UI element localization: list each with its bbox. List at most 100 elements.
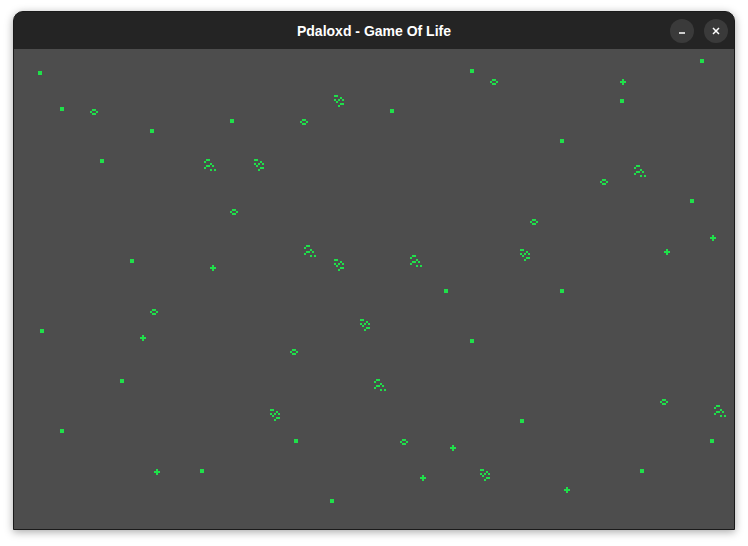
- live-cell: [362, 325, 364, 327]
- live-cell: [634, 173, 636, 175]
- live-cell: [278, 417, 280, 419]
- live-cell: [42, 331, 44, 333]
- live-cell: [294, 353, 296, 355]
- live-cell: [62, 109, 64, 111]
- live-cell: [308, 251, 310, 253]
- live-cell: [638, 171, 640, 173]
- live-cell: [422, 479, 424, 481]
- live-cell: [528, 253, 530, 255]
- live-cell: [568, 489, 570, 491]
- live-cell: [528, 257, 530, 259]
- live-cell: [272, 409, 274, 411]
- live-cell: [296, 441, 298, 443]
- live-cell: [522, 249, 524, 251]
- live-cell: [232, 121, 234, 123]
- live-cell: [214, 267, 216, 269]
- live-cell: [522, 421, 524, 423]
- live-cell: [142, 339, 144, 341]
- live-cell: [406, 441, 408, 443]
- live-cell: [702, 61, 704, 63]
- live-cell: [338, 263, 340, 265]
- live-cell: [342, 99, 344, 101]
- live-cell: [472, 71, 474, 73]
- live-cell: [132, 261, 134, 263]
- live-cell: [452, 449, 454, 451]
- live-cell: [692, 201, 694, 203]
- live-cell: [494, 83, 496, 85]
- live-cell: [374, 381, 376, 383]
- live-cell: [712, 239, 714, 241]
- live-cell: [378, 379, 380, 381]
- live-cell: [212, 269, 214, 271]
- live-cell: [368, 327, 370, 329]
- minimize-icon[interactable]: [670, 19, 694, 43]
- live-cell: [666, 253, 668, 255]
- live-cell: [418, 261, 420, 263]
- live-cell: [368, 323, 370, 325]
- live-cell: [102, 161, 104, 163]
- live-cell: [212, 165, 214, 167]
- live-cell: [236, 211, 238, 213]
- live-cell: [306, 121, 308, 123]
- live-cell: [374, 387, 376, 389]
- live-cell: [488, 477, 490, 479]
- live-cell: [94, 113, 96, 115]
- live-cell: [314, 255, 316, 257]
- live-cell: [208, 159, 210, 161]
- live-cell: [364, 323, 366, 325]
- live-cell: [642, 471, 644, 473]
- live-cell: [416, 265, 418, 267]
- app-window: Pdaloxd - Game Of Life: [13, 11, 735, 530]
- live-cell: [204, 167, 206, 169]
- live-cell: [156, 311, 158, 313]
- live-cell: [310, 255, 312, 257]
- live-cell: [234, 213, 236, 215]
- live-cell: [536, 221, 538, 223]
- live-cell: [414, 261, 416, 263]
- live-cell: [256, 159, 258, 161]
- live-cell: [482, 475, 484, 477]
- live-cell: [304, 253, 306, 255]
- live-cell: [336, 265, 338, 267]
- live-cell: [714, 237, 716, 239]
- live-cell: [642, 171, 644, 173]
- live-cell: [202, 471, 204, 473]
- live-cell: [312, 251, 314, 253]
- live-cell: [666, 401, 668, 403]
- live-cell: [380, 389, 382, 391]
- live-cell: [274, 419, 276, 421]
- life-board[interactable]: [14, 49, 734, 529]
- live-cell: [414, 255, 416, 257]
- live-cell: [718, 411, 720, 413]
- live-cell: [714, 413, 716, 415]
- live-cell: [718, 405, 720, 407]
- live-cell: [484, 479, 486, 481]
- live-cell: [420, 265, 422, 267]
- live-cell: [158, 471, 160, 473]
- live-cell: [342, 263, 344, 265]
- live-cell: [640, 175, 642, 177]
- live-cell: [154, 313, 156, 315]
- live-cell: [534, 223, 536, 225]
- live-cell: [482, 469, 484, 471]
- live-cell: [624, 81, 626, 83]
- live-cell: [496, 81, 498, 83]
- title-bar[interactable]: Pdaloxd - Game Of Life: [14, 12, 734, 49]
- live-cell: [258, 163, 260, 165]
- live-cell: [712, 441, 714, 443]
- live-cell: [210, 169, 212, 171]
- close-icon[interactable]: [704, 19, 728, 43]
- live-cell: [40, 73, 42, 75]
- live-cell: [604, 183, 606, 185]
- live-cell: [714, 407, 716, 409]
- live-cell: [634, 167, 636, 169]
- live-cell: [378, 385, 380, 387]
- live-cell: [208, 165, 210, 167]
- live-cell: [668, 251, 670, 253]
- live-cell: [336, 95, 338, 97]
- live-cell: [424, 477, 426, 479]
- live-cell: [304, 247, 306, 249]
- live-cell: [404, 443, 406, 445]
- window-title: Pdaloxd - Game Of Life: [297, 24, 451, 38]
- live-cell: [454, 447, 456, 449]
